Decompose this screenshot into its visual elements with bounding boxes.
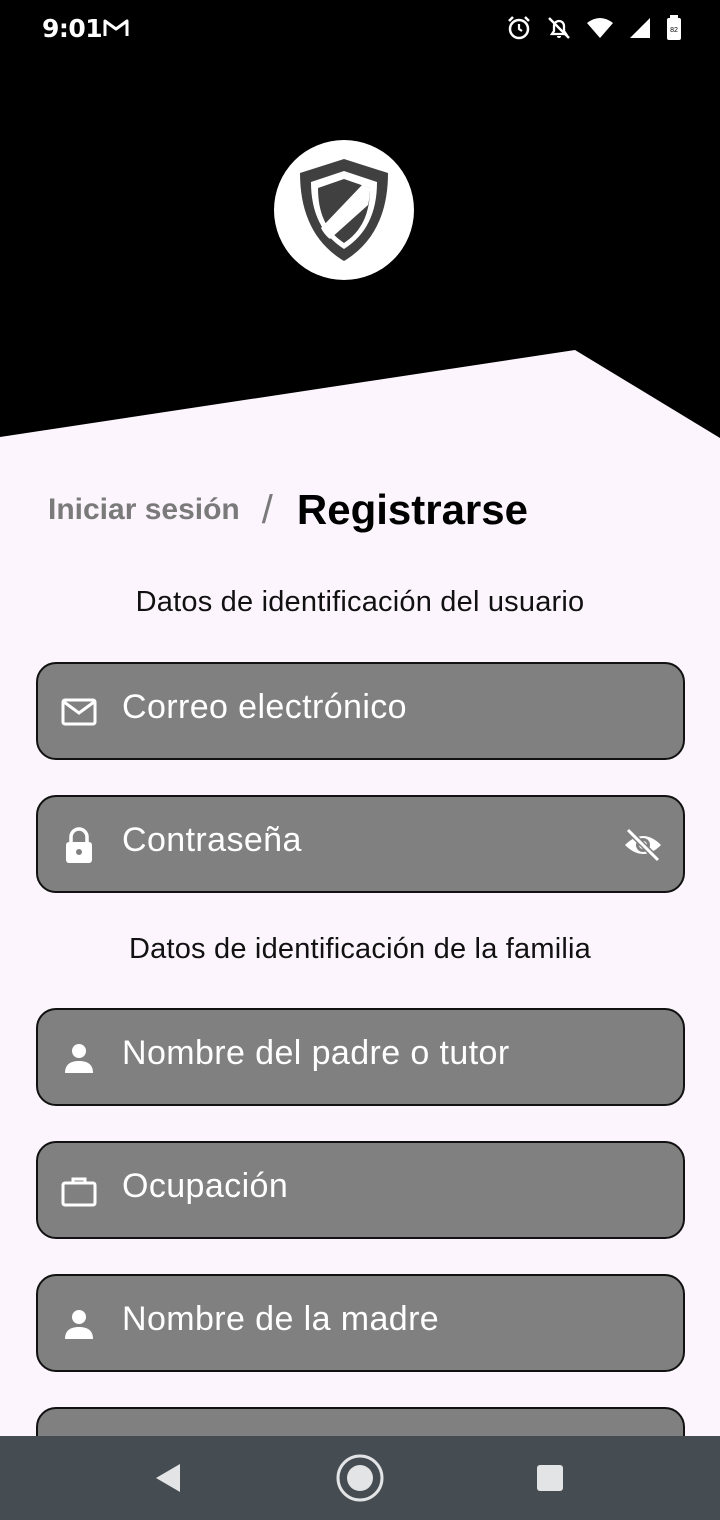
signal-icon (630, 18, 650, 38)
status-time: 9:01 (42, 14, 103, 43)
notifications-off-icon (548, 17, 570, 39)
occupation-field[interactable]: Ocupación (36, 1141, 685, 1239)
home-icon[interactable] (334, 1452, 386, 1504)
svg-text:82: 82 (670, 27, 678, 34)
user-section-title: Datos de identificación del usuario (135, 586, 585, 618)
system-nav-bar (0, 1436, 720, 1520)
battery-icon: 82 (667, 15, 681, 40)
tab-register[interactable]: Registrarse (297, 486, 528, 534)
father-name-field[interactable]: Nombre del padre o tutor (36, 1008, 685, 1106)
password-placeholder: Contraseña (122, 821, 302, 859)
occupation-placeholder: Ocupación (122, 1167, 289, 1205)
email-placeholder: Correo electrónico (122, 688, 407, 726)
app-logo (274, 140, 414, 280)
tab-login[interactable]: Iniciar sesión (48, 493, 240, 527)
lock-icon (66, 827, 92, 863)
person-icon (65, 1310, 93, 1339)
mail-icon (61, 698, 97, 726)
status-bar: 9:01 82 (0, 0, 720, 56)
email-field[interactable]: Correo electrónico (36, 662, 685, 760)
visibility-off-icon[interactable] (623, 825, 663, 865)
shield-icon (300, 159, 388, 261)
mother-name-placeholder: Nombre de la madre (122, 1300, 440, 1338)
tab-separator: / (261, 487, 273, 532)
mother-name-field[interactable]: Nombre de la madre (36, 1274, 685, 1372)
recents-icon[interactable] (534, 1454, 566, 1502)
briefcase-icon (61, 1177, 97, 1207)
person-icon (65, 1044, 93, 1073)
father-name-placeholder: Nombre del padre o tutor (122, 1034, 510, 1072)
auth-tabs: Iniciar sesión / Registrarse (48, 484, 528, 536)
wifi-icon (587, 18, 613, 38)
alarm-icon (508, 16, 530, 40)
family-section-title: Datos de identificación de la familia (129, 933, 591, 965)
gmail-icon (103, 19, 129, 36)
password-field[interactable]: Contraseña (36, 795, 685, 893)
back-icon[interactable] (150, 1454, 186, 1502)
